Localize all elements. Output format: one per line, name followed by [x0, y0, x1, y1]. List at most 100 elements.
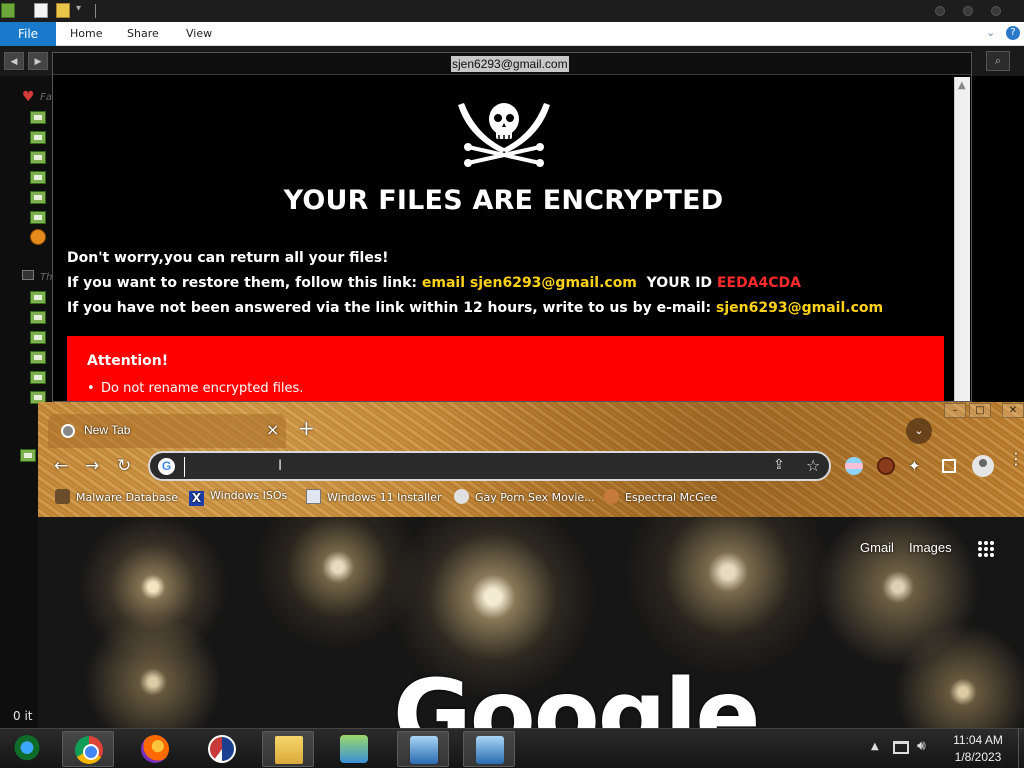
taskbar-firefox[interactable]: [129, 731, 181, 767]
folder-icon: [275, 736, 303, 764]
firefox-icon: [141, 735, 169, 763]
ribbon-tab-home[interactable]: Home: [70, 22, 102, 46]
toolbar-divider: [95, 4, 96, 18]
taskbar-users[interactable]: [328, 731, 380, 767]
chrome-close-button[interactable]: ✕: [1002, 403, 1024, 418]
taskbar-program-2[interactable]: [463, 731, 515, 767]
recent-places-icon[interactable]: [30, 229, 46, 245]
back-button[interactable]: ←: [54, 456, 68, 476]
expand-ribbon-icon[interactable]: ⌄: [986, 26, 995, 39]
this-pc-icon[interactable]: [22, 270, 34, 280]
chrome-frame: – □ ✕ New Tab × + ⌄ ← → ↻ G I ⇪ ☆ ✦ ⋮ Ma…: [38, 402, 1024, 517]
nav-folder-icon[interactable]: [30, 151, 46, 164]
ransom-line-restore: If you want to restore them, follow this…: [67, 275, 801, 291]
google-apps-icon[interactable]: [978, 541, 994, 557]
ribbon-tab-share[interactable]: Share: [127, 22, 159, 46]
start-orb-icon: [13, 735, 41, 763]
bookmark-windows-11-installer[interactable]: Windows 11 Installer: [306, 489, 442, 509]
users-icon: [340, 735, 368, 763]
new-folder-icon[interactable]: [56, 3, 70, 18]
this-pc-label[interactable]: Th: [40, 272, 52, 283]
clock-date[interactable]: 1/8/2023: [940, 750, 1016, 764]
nav-folder-icon[interactable]: [30, 311, 46, 324]
nav-folder-icon[interactable]: [30, 331, 46, 344]
extension-avatar-icon[interactable]: [877, 457, 895, 475]
restore-email-link[interactable]: email sjen6293@gmail.com: [422, 275, 637, 291]
reload-button[interactable]: ↻: [117, 456, 131, 476]
ransom-note-scrollbar[interactable]: ▲: [954, 77, 970, 401]
taskbar-program-1[interactable]: [397, 731, 449, 767]
ransom-line-reassurance: Don't worry,you can return all your file…: [67, 250, 389, 266]
close-button[interactable]: [991, 6, 1001, 16]
clock-time[interactable]: 11:04 AM: [940, 733, 1016, 747]
tab-title: New Tab: [84, 423, 131, 437]
bookmark-espectral-mcgee[interactable]: Espectral McGee: [604, 489, 717, 509]
explorer-ribbon: File Home Share View ⌄ ?: [0, 22, 1024, 46]
address-bar[interactable]: G I ⇪ ☆: [148, 451, 831, 481]
fallback-text: If you have not been answered via the li…: [67, 300, 717, 316]
bookmark-malware-database[interactable]: Malware Database: [55, 489, 178, 509]
text-cursor-icon: I: [278, 458, 283, 474]
x-icon: X: [189, 491, 204, 506]
customize-toolbar-icon[interactable]: ▾: [76, 3, 81, 14]
chrome-menu-icon[interactable]: ⋮: [1008, 451, 1024, 467]
nav-folder-icon[interactable]: [30, 131, 46, 144]
bookmark-star-icon[interactable]: ☆: [806, 456, 820, 475]
jolly-roger-icon: [458, 103, 550, 167]
back-icon[interactable]: ◀: [4, 52, 24, 70]
close-tab-icon[interactable]: ×: [266, 420, 279, 439]
explorer-title-bar: ▾: [0, 0, 1024, 22]
maximize-button[interactable]: [963, 6, 973, 16]
favorites-label[interactable]: Fa: [40, 92, 52, 103]
bookmark-label: Malware Database: [76, 491, 179, 504]
extensions-puzzle-icon[interactable]: ✦: [908, 457, 926, 475]
taskbar-file-explorer[interactable]: [262, 731, 314, 767]
bookmark-label: Windows 11 Installer: [327, 491, 442, 504]
fallback-email[interactable]: sjen6293@gmail.com: [716, 300, 883, 316]
help-icon[interactable]: ?: [1006, 26, 1020, 40]
scroll-up-icon[interactable]: ▲: [958, 80, 966, 91]
chrome-minimize-button[interactable]: –: [944, 403, 966, 418]
taskbar-app[interactable]: [196, 731, 248, 767]
forward-icon[interactable]: ▶: [28, 52, 48, 70]
nav-folder-icon[interactable]: [30, 191, 46, 204]
images-link[interactable]: Images: [909, 540, 952, 555]
show-desktop-button[interactable]: [1018, 729, 1024, 768]
chrome-maximize-button[interactable]: □: [969, 403, 991, 418]
tab-search-icon[interactable]: ⌄: [906, 418, 932, 444]
nav-folder-icon[interactable]: [30, 211, 46, 224]
share-icon[interactable]: ⇪: [773, 457, 785, 473]
start-button[interactable]: [1, 731, 53, 767]
omnibox-input[interactable]: [184, 457, 764, 477]
taskbar-chrome[interactable]: [62, 731, 114, 767]
nav-folder-icon[interactable]: [30, 111, 46, 124]
new-tab-page: Gmail Images Google: [38, 517, 1024, 728]
ransom-note-body: YOUR FILES ARE ENCRYPTED Don't worry,you…: [56, 77, 951, 401]
nav-folder-icon[interactable]: [30, 291, 46, 304]
minimize-button[interactable]: [935, 6, 945, 16]
ribbon-tab-view[interactable]: View: [186, 22, 212, 46]
favorites-icon[interactable]: ♥: [22, 89, 35, 105]
extension-flag-icon[interactable]: [845, 457, 863, 475]
folder-properties-icon[interactable]: [1, 3, 15, 18]
network-icon[interactable]: [20, 449, 36, 462]
nav-folder-icon[interactable]: [30, 371, 46, 384]
show-hidden-icons-icon[interactable]: ▲: [871, 741, 879, 752]
nav-folder-icon[interactable]: [30, 351, 46, 364]
ribbon-file-tab[interactable]: File: [0, 22, 56, 46]
properties-icon[interactable]: [34, 3, 48, 18]
side-panel-icon[interactable]: [942, 459, 956, 473]
computer-icon: [476, 736, 504, 764]
search-icon[interactable]: ⌕: [986, 51, 1010, 71]
tab-new-tab[interactable]: New Tab ×: [48, 414, 286, 448]
bookmark-gay-porn-sex-movie[interactable]: Gay Porn Sex Movie...: [454, 489, 595, 509]
forward-button[interactable]: →: [85, 456, 99, 476]
new-tab-button[interactable]: +: [298, 418, 315, 438]
profile-icon[interactable]: [972, 455, 994, 477]
malware-database-icon: [55, 489, 70, 504]
gmail-link[interactable]: Gmail: [860, 540, 894, 555]
nav-folder-icon[interactable]: [30, 171, 46, 184]
bookmark-windows-isos[interactable]: X Windows ISOs: [189, 489, 287, 509]
volume-icon[interactable]: 🔊︎: [917, 738, 926, 754]
network-icon[interactable]: [893, 741, 909, 754]
